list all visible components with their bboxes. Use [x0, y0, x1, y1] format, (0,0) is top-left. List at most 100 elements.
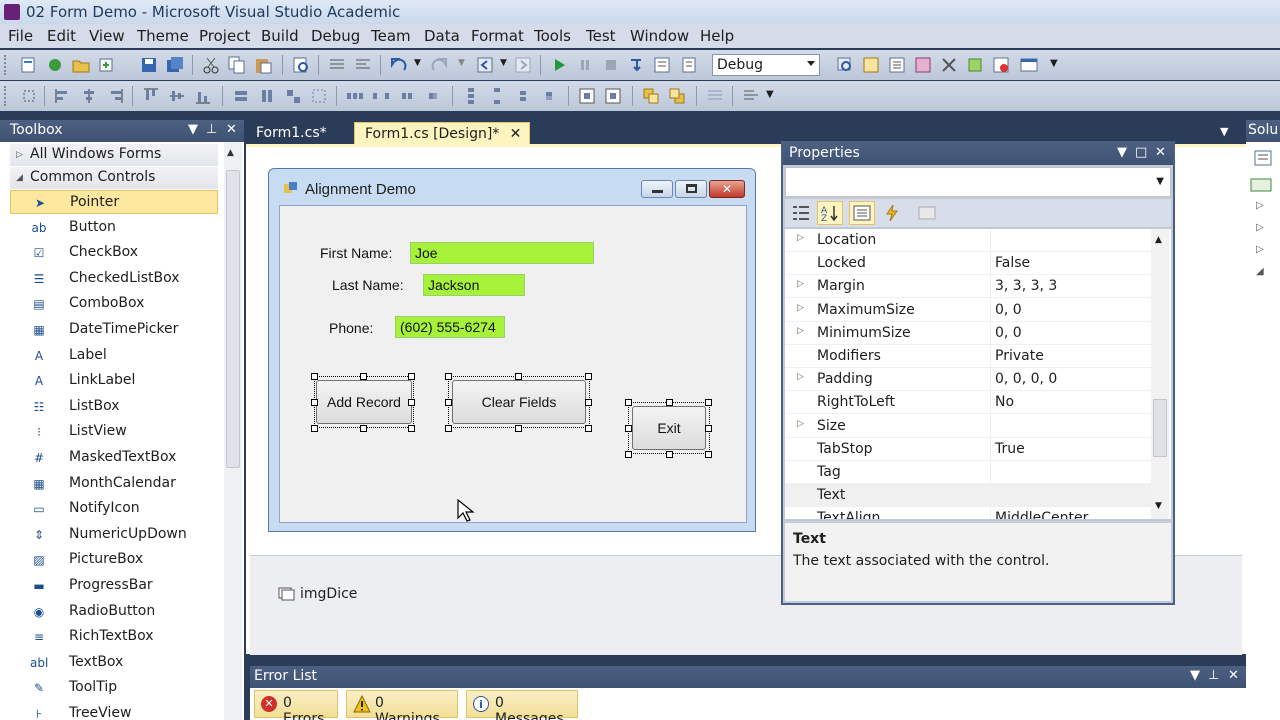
align-middles-icon[interactable]	[168, 87, 186, 105]
menu-edit[interactable]: Edit	[47, 27, 76, 45]
property-pages-disabled-icon[interactable]	[917, 204, 937, 222]
toolbox-window-icon[interactable]	[940, 56, 958, 74]
property-row-maximumsize[interactable]: ▷ MaximumSize 0, 0	[785, 298, 1151, 322]
toolbar-grip[interactable]	[4, 86, 8, 106]
menu-file[interactable]: File	[8, 27, 33, 45]
size-to-grid-icon[interactable]	[310, 87, 328, 105]
resize-handle[interactable]	[585, 373, 592, 380]
errors-filter-button[interactable]: ✕ 0 Errors	[254, 690, 338, 720]
resize-handle[interactable]	[360, 373, 367, 380]
paste-icon[interactable]	[254, 56, 272, 74]
tab-form1-cs[interactable]: Form1.cs*	[246, 122, 337, 144]
expand-icon[interactable]: ▷	[797, 279, 804, 289]
toolbox-item-button[interactable]: ab Button	[10, 216, 218, 240]
expand-icon[interactable]: ▷	[797, 233, 804, 243]
property-row-tabstop[interactable]: TabStop True	[785, 437, 1151, 461]
comment-icon[interactable]	[328, 56, 346, 74]
property-value[interactable]: MiddleCenter	[995, 510, 1088, 519]
copy-icon[interactable]	[228, 56, 246, 74]
decrease-horizontal-spacing-icon[interactable]	[398, 87, 416, 105]
toolbox-item-monthcalendar[interactable]: ▦ MonthCalendar	[10, 472, 218, 496]
redo-icon[interactable]	[430, 56, 448, 74]
resize-handle[interactable]	[408, 399, 415, 406]
toolbox-group-all-windows-forms[interactable]: ▷ All Windows Forms	[10, 144, 218, 166]
toolbox-item-treeview[interactable]: ⊦ TreeView	[10, 702, 218, 720]
resize-handle[interactable]	[625, 451, 632, 458]
navigate-forward-icon[interactable]	[514, 56, 532, 74]
resize-handle[interactable]	[515, 425, 522, 432]
toolbox-item-combobox[interactable]: ▤ ComboBox	[10, 292, 218, 316]
resize-handle[interactable]	[311, 373, 318, 380]
toolbox-item-pointer[interactable]: ➤ Pointer	[10, 190, 218, 214]
scrollbar-thumb[interactable]	[1153, 399, 1167, 457]
step-out-icon[interactable]	[680, 56, 698, 74]
toolbox-item-notifyicon[interactable]: ▭ NotifyIcon	[10, 497, 218, 521]
find-icon[interactable]	[292, 56, 310, 74]
send-to-back-icon[interactable]	[668, 87, 686, 105]
alphabetical-button[interactable]: AZ	[817, 201, 843, 225]
form-client-area[interactable]: First Name: Joe Last Name: Jackson Phone…	[279, 205, 747, 523]
increase-horizontal-spacing-icon[interactable]	[372, 87, 390, 105]
property-row-text[interactable]: Text	[785, 484, 1151, 508]
stop-icon[interactable]	[602, 56, 620, 74]
menu-tools[interactable]: Tools	[534, 27, 571, 45]
property-row-minimumsize[interactable]: ▷ MinimumSize 0, 0	[785, 321, 1151, 345]
find-in-files-icon[interactable]	[836, 56, 854, 74]
make-same-width-icon[interactable]	[232, 87, 250, 105]
toolbox-group-common-controls[interactable]: ◢ Common Controls	[10, 167, 218, 189]
menu-view[interactable]: View	[89, 27, 125, 45]
menu-build[interactable]: Build	[261, 27, 299, 45]
start-page-icon[interactable]	[992, 56, 1010, 74]
tab-overflow-icon[interactable]: ▼	[1220, 125, 1228, 138]
expand-icon[interactable]: ▷	[797, 372, 804, 382]
first-name-textbox[interactable]: Joe	[410, 242, 594, 264]
menu-data[interactable]: Data	[424, 27, 460, 45]
expand-icon[interactable]: ▷	[1256, 244, 1264, 255]
resize-handle[interactable]	[585, 425, 592, 432]
property-row-tag[interactable]: Tag	[785, 461, 1151, 484]
property-value[interactable]: Private	[995, 348, 1044, 364]
align-rights-icon[interactable]	[106, 87, 124, 105]
toolbox-item-maskedtextbox[interactable]: # MaskedTextBox	[10, 446, 218, 470]
object-browser-icon[interactable]	[914, 56, 932, 74]
window-position-icon[interactable]: ▼	[1117, 145, 1127, 160]
property-row-righttoleft[interactable]: RightToLeft No	[785, 391, 1151, 415]
properties-view-button[interactable]	[849, 201, 875, 225]
make-same-height-icon[interactable]	[258, 87, 276, 105]
warnings-filter-button[interactable]: 0 Warnings	[346, 690, 458, 720]
redo-dropdown-icon[interactable]: ▼	[458, 58, 465, 68]
properties-window-icon[interactable]	[888, 56, 906, 74]
last-name-textbox[interactable]: Jackson	[423, 274, 525, 296]
align-tops-icon[interactable]	[142, 87, 160, 105]
toolbox-item-datetimepicker[interactable]: ▦ DateTimePicker	[10, 318, 218, 342]
remove-vertical-spacing-icon[interactable]	[540, 87, 558, 105]
menu-format[interactable]: Format	[471, 27, 524, 45]
resize-handle[interactable]	[625, 425, 632, 432]
open-icon[interactable]	[72, 56, 90, 74]
resize-handle[interactable]	[585, 399, 592, 406]
save-icon[interactable]	[140, 56, 158, 74]
property-row-padding[interactable]: ▷ Padding 0, 0, 0, 0	[785, 368, 1151, 392]
minimize-button[interactable]	[641, 180, 673, 198]
solution-configuration-dropdown[interactable]: Debug	[712, 54, 820, 76]
align-bottoms-icon[interactable]	[194, 87, 212, 105]
menu-project[interactable]: Project	[199, 27, 250, 45]
toolbox-item-checkedlistbox[interactable]: ☰ CheckedListBox	[10, 267, 218, 291]
align-to-grid-icon[interactable]	[20, 87, 38, 105]
close-icon[interactable]: ✕	[1155, 145, 1166, 160]
toolbox-item-listview[interactable]: ⁝ ListView	[10, 420, 218, 444]
step-into-icon[interactable]	[628, 56, 646, 74]
events-lightning-icon[interactable]	[883, 204, 901, 222]
window-position-icon[interactable]: ▼	[188, 122, 198, 137]
resize-handle[interactable]	[445, 399, 452, 406]
toolbar-overflow-icon[interactable]: ▼	[1050, 58, 1058, 69]
undo-icon[interactable]	[390, 56, 408, 74]
align-centers-icon[interactable]	[80, 87, 98, 105]
resize-handle[interactable]	[311, 399, 318, 406]
property-row-locked[interactable]: Locked False	[785, 252, 1151, 276]
pin-icon[interactable]: ⊥	[206, 122, 217, 137]
make-horizontal-spacing-equal-icon[interactable]	[346, 87, 364, 105]
toolbox-item-progressbar[interactable]: ▬ ProgressBar	[10, 574, 218, 598]
menu-test[interactable]: Test	[586, 27, 616, 45]
resize-handle[interactable]	[408, 425, 415, 432]
